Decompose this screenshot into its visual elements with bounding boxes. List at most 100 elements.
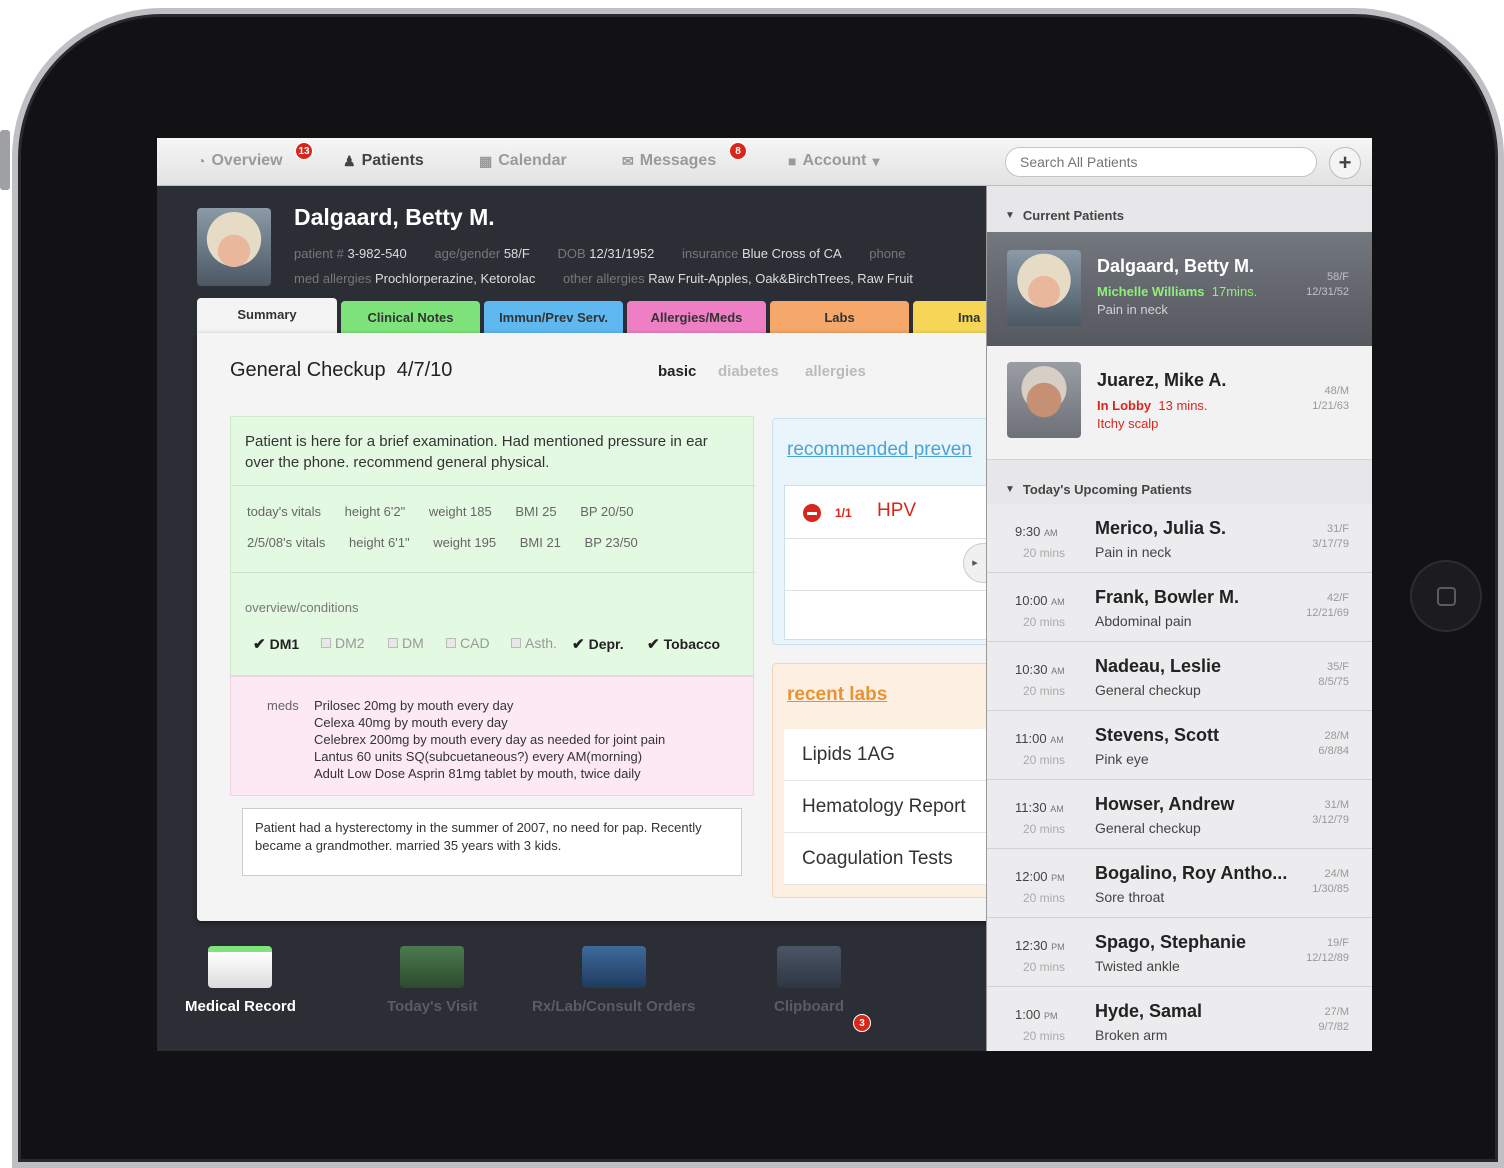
patient-list-panel: ▼ Current Patients Dalgaard, Betty M. Mi… bbox=[986, 186, 1372, 1051]
recent-labs-title[interactable]: recent labs bbox=[787, 684, 887, 706]
patient-name: Hyde, Samal bbox=[1095, 1001, 1203, 1021]
condition-tobacco[interactable]: ✔ Tobacco bbox=[647, 635, 720, 653]
checkmark-icon: ✔ bbox=[253, 636, 266, 653]
dock-clipboard[interactable]: Clipboard bbox=[774, 946, 844, 1015]
top-nav: ◔ Overview 13 ♟ Patients ▦ Calendar ✉ Me… bbox=[157, 138, 1372, 186]
checkbox-icon bbox=[321, 638, 331, 648]
patient-reason: Broken arm bbox=[1095, 1027, 1168, 1043]
appointment-row[interactable]: 12:00 PM 20 mins Bogalino, Roy Antho... … bbox=[987, 849, 1372, 918]
condition-dm[interactable]: DM bbox=[388, 635, 424, 651]
todays-visit-icon bbox=[400, 946, 465, 988]
divider bbox=[785, 538, 1005, 539]
nav-account[interactable]: ■ Account ▾ bbox=[788, 152, 880, 170]
current-patients-header[interactable]: ▼ Current Patients bbox=[1005, 208, 1124, 223]
patient-meta-row-1: patient # 3-982-540 age/gender 58/F DOB … bbox=[294, 246, 906, 261]
home-button[interactable] bbox=[1410, 560, 1482, 632]
patient-photo bbox=[1007, 250, 1081, 326]
lab-item[interactable]: Hematology Report bbox=[784, 781, 1004, 833]
appointment-row[interactable]: 12:30 PM 20 mins Spago, Stephanie Twiste… bbox=[987, 918, 1372, 987]
nav-overview[interactable]: ◔ Overview bbox=[197, 152, 283, 170]
tab-labs[interactable]: Labs bbox=[770, 301, 909, 333]
patient-reason: Pain in neck bbox=[1095, 544, 1172, 560]
patient-reason: General checkup bbox=[1095, 820, 1201, 836]
patient-reason: Pink eye bbox=[1095, 751, 1149, 767]
preventive-box: recommended preven 1/1 HPV bbox=[772, 418, 1012, 645]
person-icon: ♟ bbox=[343, 152, 356, 169]
messages-badge: 8 bbox=[729, 142, 747, 160]
tab-clinical-notes[interactable]: Clinical Notes bbox=[341, 301, 480, 333]
appointment-row[interactable]: 9:30 AM 20 mins Merico, Julia S. Pain in… bbox=[987, 504, 1372, 573]
view-allergies[interactable]: allergies bbox=[805, 363, 866, 380]
nav-messages[interactable]: ✉ Messages bbox=[622, 152, 716, 170]
preventive-title[interactable]: recommended preven bbox=[787, 439, 972, 461]
view-diabetes[interactable]: diabetes bbox=[718, 363, 779, 380]
appointment-row[interactable]: 11:30 AM 20 mins Howser, Andrew General … bbox=[987, 780, 1372, 849]
meds-box: meds Prilosec 20mg by mouth every day Ce… bbox=[230, 676, 754, 796]
add-patient-button[interactable]: + bbox=[1329, 147, 1361, 179]
patient-age-dob: 31/M 3/12/79 bbox=[1312, 799, 1349, 826]
patient-name: Dalgaard, Betty M. bbox=[294, 204, 495, 230]
patient-reason: Abdominal pain bbox=[1095, 613, 1192, 629]
appointment-time: 1:00 PM bbox=[1015, 1007, 1058, 1022]
appointment-row[interactable]: 10:00 AM 20 mins Frank, Bowler M. Abdomi… bbox=[987, 573, 1372, 642]
nav-patients[interactable]: ♟ Patients bbox=[343, 152, 424, 170]
meds-label: meds bbox=[267, 698, 299, 713]
med-item: Celexa 40mg by mouth every day bbox=[314, 715, 508, 730]
remove-icon[interactable] bbox=[803, 504, 821, 522]
appointment-time: 11:30 AM bbox=[1015, 800, 1064, 815]
tab-summary[interactable]: Summary bbox=[197, 298, 337, 333]
patient-age-dob: 42/F 12/21/69 bbox=[1306, 592, 1349, 619]
med-item: Lantus 60 units SQ(subcuetaneous?) every… bbox=[314, 749, 643, 764]
lab-item[interactable]: Coagulation Tests bbox=[784, 833, 1004, 885]
patient-age-dob: 24/M 1/30/85 bbox=[1312, 868, 1349, 895]
appointment-row[interactable]: 10:30 AM 20 mins Nadeau, Leslie General … bbox=[987, 642, 1372, 711]
summary-panel: General Checkup 4/7/10 basic diabetes al… bbox=[197, 333, 1012, 921]
nav-calendar[interactable]: ▦ Calendar bbox=[479, 152, 567, 170]
patient-card[interactable]: Juarez, Mike A. In Lobby 13 mins. Itchy … bbox=[987, 346, 1372, 460]
patient-card[interactable]: Dalgaard, Betty M. Michelle Williams 17m… bbox=[987, 232, 1372, 346]
calendar-icon: ▦ bbox=[479, 152, 493, 169]
upcoming-patients-header[interactable]: ▼ Today's Upcoming Patients bbox=[1005, 482, 1192, 497]
patient-age-dob: 27/M 9/7/82 bbox=[1318, 1006, 1349, 1033]
patient-photo bbox=[197, 208, 271, 286]
patient-age-dob: 28/M 6/8/84 bbox=[1318, 730, 1349, 757]
overview-badge: 13 bbox=[295, 142, 313, 160]
patient-name: Bogalino, Roy Antho... bbox=[1095, 863, 1288, 883]
conditions-title: overview/conditions bbox=[245, 600, 359, 615]
divider bbox=[231, 572, 755, 573]
patient-status: In Lobby 13 mins. bbox=[1097, 398, 1208, 413]
med-item: Celebrex 200mg by mouth every day as nee… bbox=[314, 732, 666, 747]
appointment-row[interactable]: 11:00 AM 20 mins Stevens, Scott Pink eye… bbox=[987, 711, 1372, 780]
lab-item[interactable]: Lipids 1AG bbox=[784, 729, 1004, 781]
condition-asth[interactable]: Asth. bbox=[511, 635, 557, 651]
lock-icon: ■ bbox=[788, 153, 797, 169]
hpv-name: HPV bbox=[877, 500, 917, 521]
side-button bbox=[0, 130, 10, 190]
search-input[interactable] bbox=[1005, 147, 1317, 177]
condition-dm1[interactable]: ✔ DM1 bbox=[253, 635, 299, 653]
patient-reason: Pain in neck bbox=[1097, 302, 1168, 317]
dock-medical-record[interactable]: Medical Record bbox=[185, 946, 296, 1015]
overview-icon: ◔ bbox=[197, 153, 206, 169]
envelope-icon: ✉ bbox=[622, 152, 634, 169]
patient-name: Howser, Andrew bbox=[1095, 794, 1235, 814]
appointment-time: 10:30 AM bbox=[1015, 662, 1065, 677]
appointment-time: 11:00 AM bbox=[1015, 731, 1064, 746]
patient-reason: Sore throat bbox=[1095, 889, 1165, 905]
tab-immun-prev[interactable]: Immun/Prev Serv. bbox=[484, 301, 623, 333]
appointment-time: 9:30 AM bbox=[1015, 524, 1058, 539]
patient-reason: Twisted ankle bbox=[1095, 958, 1180, 974]
patient-name: Stevens, Scott bbox=[1095, 725, 1220, 745]
dock-orders[interactable]: Rx/Lab/Consult Orders bbox=[532, 946, 695, 1015]
condition-depr[interactable]: ✔ Depr. bbox=[572, 635, 624, 653]
appointment-duration: 20 mins bbox=[1023, 822, 1066, 836]
dock-todays-visit[interactable]: Today's Visit bbox=[387, 946, 478, 1015]
condition-dm2[interactable]: DM2 bbox=[321, 635, 365, 651]
history-note[interactable]: Patient had a hysterectomy in the summer… bbox=[242, 808, 742, 876]
checkmark-icon: ✔ bbox=[572, 636, 585, 653]
appointment-row[interactable]: 1:00 PM 20 mins Hyde, Samal Broken arm 2… bbox=[987, 987, 1372, 1051]
tab-allergies-meds[interactable]: Allergies/Meds bbox=[627, 301, 766, 333]
patient-age-dob: 58/F 12/31/52 bbox=[1306, 271, 1349, 298]
condition-cad[interactable]: CAD bbox=[446, 635, 490, 651]
view-basic[interactable]: basic bbox=[658, 363, 696, 380]
